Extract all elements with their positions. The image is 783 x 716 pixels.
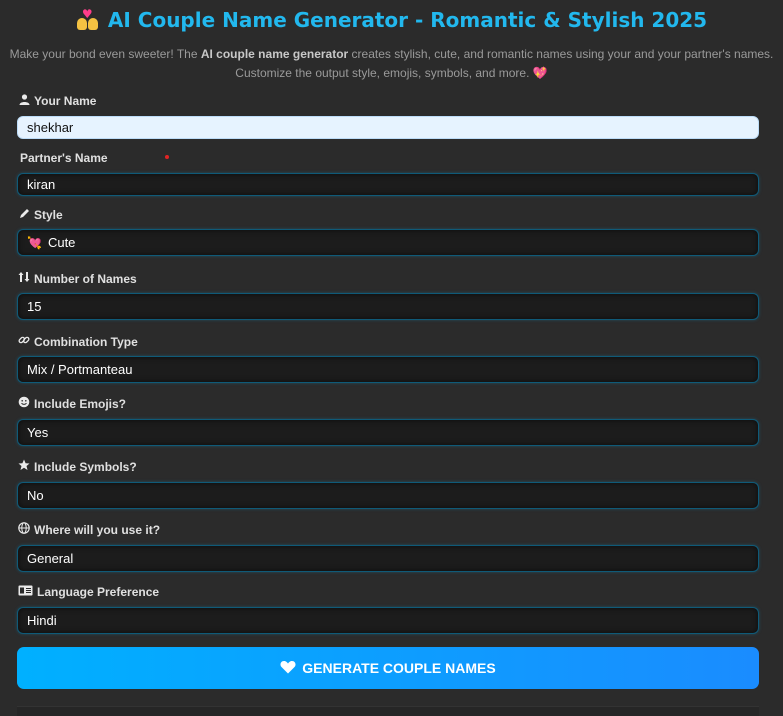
- page-title-text: AI Couple Name Generator - Romantic & St…: [107, 8, 708, 32]
- language-select[interactable]: Hindi: [17, 607, 759, 634]
- include-symbols-label: Include Symbols?: [18, 459, 137, 474]
- style-label: Style: [18, 208, 63, 222]
- language-label-text: Language Preference: [37, 585, 160, 599]
- combination-type-label: Combination Type: [18, 334, 138, 349]
- language-value: Hindi: [27, 613, 57, 628]
- pencil-icon: [18, 208, 30, 222]
- desc-text-pre: Make your bond even sweeter! The: [9, 47, 201, 61]
- heart-arrow-icon: 💘: [27, 235, 42, 250]
- generate-button-label: GENERATE COUPLE NAMES: [302, 660, 496, 676]
- user-icon: [18, 94, 30, 108]
- your-name-label: Your Name: [18, 94, 96, 108]
- style-select[interactable]: 💘 Cute: [17, 229, 759, 256]
- include-symbols-select[interactable]: No: [17, 482, 759, 509]
- include-symbols-value: No: [27, 488, 44, 503]
- page-title: ♥ AI Couple Name Generator - Romantic & …: [0, 8, 783, 32]
- couple-icon: ♥: [76, 8, 100, 32]
- usage-label-text: Where will you use it?: [34, 522, 161, 537]
- globe-icon: [18, 522, 30, 537]
- desc-text-post: creates stylish, cute, and romantic name…: [348, 47, 774, 61]
- star-icon: [18, 459, 30, 474]
- desc-text-line2: Customize the output style, emojis, symb…: [235, 66, 530, 80]
- partner-name-value: kiran: [27, 177, 56, 192]
- your-name-label-text: Your Name: [34, 94, 97, 108]
- language-label: Language Preference: [18, 585, 159, 599]
- style-value: Cute: [47, 235, 76, 250]
- sparkling-heart-icon: 💖: [532, 66, 548, 80]
- number-of-names-input[interactable]: 15: [17, 293, 759, 320]
- usage-select[interactable]: General: [17, 545, 759, 572]
- partner-name-input[interactable]: kiran: [17, 173, 759, 196]
- smiley-icon: [18, 396, 30, 411]
- number-of-names-value: 15: [27, 299, 42, 314]
- style-label-text: Style: [34, 208, 63, 222]
- desc-text-bold: AI couple name generator: [200, 47, 349, 61]
- usage-value: General: [27, 551, 74, 566]
- include-emojis-label: Include Emojis?: [18, 396, 126, 411]
- link-icon: [18, 334, 30, 349]
- usage-label: Where will you use it?: [18, 522, 160, 537]
- heart-icon: [280, 660, 296, 677]
- required-indicator: [165, 155, 169, 159]
- results-area-edge: [17, 706, 759, 716]
- page-description: Make your bond even sweeter! The AI coup…: [0, 45, 783, 83]
- your-name-value: shekhar: [27, 120, 74, 135]
- your-name-input[interactable]: shekhar: [17, 116, 759, 139]
- combination-type-value: Mix / Portmanteau: [27, 362, 133, 377]
- include-symbols-label-text: Include Symbols?: [34, 459, 137, 474]
- include-emojis-label-text: Include Emojis?: [34, 396, 127, 411]
- generate-couple-names-button[interactable]: GENERATE COUPLE NAMES: [17, 647, 759, 689]
- sort-arrows-icon: [18, 271, 30, 286]
- combination-type-label-text: Combination Type: [34, 334, 138, 349]
- number-of-names-label-text: Number of Names: [34, 271, 137, 286]
- include-emojis-value: Yes: [27, 425, 49, 440]
- partner-name-label: Partner's Name: [20, 151, 108, 165]
- combination-type-select[interactable]: Mix / Portmanteau: [17, 356, 759, 383]
- partner-name-label-text: Partner's Name: [20, 151, 108, 165]
- page: ♥ AI Couple Name Generator - Romantic & …: [0, 0, 783, 716]
- include-emojis-select[interactable]: Yes: [17, 419, 759, 446]
- language-icon: [18, 585, 33, 599]
- number-of-names-label: Number of Names: [18, 271, 137, 286]
